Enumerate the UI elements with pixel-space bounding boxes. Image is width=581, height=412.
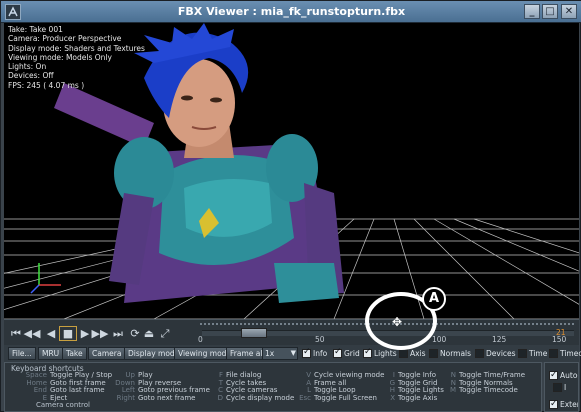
info-fps: FPS: 245 ( 4.07 ms ) [8,80,85,90]
move-cursor-icon: ✥ [392,315,403,329]
checkbox-box[interactable]: ✓ [549,371,558,380]
take-button[interactable]: Take [62,347,87,360]
checkbox-box[interactable] [518,349,527,358]
info-devices: Devices: Off [8,71,54,81]
tick-label: 50 [315,335,325,344]
info-camera: Camera: Producer Perspective [8,34,122,44]
lights-checkbox[interactable]: Lights [363,347,397,359]
stop-icon[interactable]: ■ [59,326,77,341]
keyboard-shortcuts-panel: Keyboard shortcuts Space Toggle Play / St… [4,362,542,412]
shortcut-row: X Toggle Axis [390,393,438,402]
playback-timeline: ⏮ ◀◀ ◀ ■ ▶ ▶▶ ⏭ ⟳ ⏏ ⤢ 0 50 100 125 150 2… [4,319,579,345]
shortcut-column: N Toggle Time/Frame N Toggle Normals M Togg… [448,371,525,395]
goto-first-icon[interactable]: ⏮ [8,326,24,341]
info-take: Take: Take 001 [8,25,63,34]
checkbox-label: Devices [486,349,516,358]
shortcut-column: Space Toggle Play / Stop Home Goto first f… [13,371,112,410]
main-toolbar: File... MRU Take Camera Display mode Vie… [4,345,581,362]
checkbox-label: I [564,383,567,392]
options-panel: ✓ Auto- I ✓ Exter [544,362,579,412]
checkbox-label: Grid [344,349,360,358]
chevron-down-icon: ▼ [290,349,296,357]
expand-icon[interactable]: ⤢ [158,326,172,341]
mru-button[interactable]: MRU [38,347,64,360]
axis-gizmo [30,263,61,294]
play-icon[interactable]: ▶ [78,326,92,341]
checkbox-label: Lights [374,349,397,358]
3d-viewport[interactable]: Take: Take 001 Camera: Producer Perspect… [4,23,579,319]
shortcut-row: Right Goto next frame [116,393,196,402]
speed-value: 1x [265,349,275,358]
shortcut-row: D Cycle display mode [217,393,295,402]
window-title: FBX Viewer : mia_fk_runstopturn.fbx [177,5,406,18]
speed-select[interactable]: 1x ▼ [262,347,298,360]
checkbox-label: Time [529,349,548,358]
shortcut-row: M Toggle Timecode [449,386,518,395]
play-reverse-icon[interactable]: ◀ [44,326,58,341]
viewport-info-overlay: Take: Take 001 Camera: Producer Perspect… [8,25,145,90]
info-lights: Lights: On [8,62,47,72]
checkbox-label: Info [313,349,328,358]
time-checkbox[interactable]: Time [518,348,547,359]
timeline-thumb[interactable] [241,328,267,338]
info-viewing-mode: Viewing mode: Models Only [8,52,112,62]
step-back-icon[interactable]: ◀◀ [24,326,41,341]
annotation-marker: A [422,287,446,311]
shortcut-column: V Cycle viewing mode A Frame all L Toggle L… [297,371,384,402]
shortcut-column: Up Play Down Play reverse Left Goto previou… [113,371,210,402]
file-button[interactable]: File... [8,347,36,360]
shortcut-column: F File dialog T Cycle takes C Cycle cameras… [213,371,295,402]
checkbox-label: Exter [560,400,579,409]
checkbox-box[interactable] [302,347,311,358]
checkbox-box[interactable] [475,349,484,358]
extern-checkbox[interactable]: ✓ Exter [549,400,579,409]
camera-button[interactable]: Camera [88,347,126,360]
checkbox-box[interactable] [429,349,438,358]
i-checkbox[interactable]: I [553,383,566,392]
shortcut-row: Esc Toggle Full Screen [299,393,377,402]
close-button[interactable]: ✕ [561,4,577,19]
checkbox-box[interactable]: ✓ [549,400,558,409]
timecode-checkbox[interactable]: Timeco [549,348,581,359]
minimize-button[interactable]: _ [524,4,540,19]
shortcut-row: Camera control [36,401,90,410]
tick-label: 125 [492,335,507,344]
step-forward-icon[interactable]: ▶▶ [92,326,109,341]
checkbox-label: Axis [410,349,426,358]
checkbox-label: Normals [440,349,472,358]
auto-checkbox[interactable]: ✓ Auto- [549,371,579,380]
tick-label: 0 [198,335,203,344]
info-checkbox[interactable]: Info [302,347,328,359]
goto-last-icon[interactable]: ⏭ [110,326,126,341]
normals-checkbox[interactable]: Normals [429,348,471,359]
checkbox-box[interactable] [363,347,372,358]
checkbox-box[interactable] [399,349,408,358]
checkbox-box[interactable] [333,347,342,358]
checkbox-box[interactable] [549,349,558,358]
fbx-viewer-window: FBX Viewer : mia_fk_runstopturn.fbx _ □ … [0,0,581,412]
title-bar: FBX Viewer : mia_fk_runstopturn.fbx _ □ … [1,1,581,23]
checkbox-box[interactable] [553,383,562,392]
maximize-button[interactable]: □ [542,4,558,19]
shortcut-column: I Toggle Info G Toggle Grid H Toggle Lights… [387,371,444,402]
loop-icon[interactable]: ⟳ [128,326,142,341]
info-display-mode: Display mode: Shaders and Textures [8,43,145,53]
grid-checkbox[interactable]: Grid [333,347,360,359]
checkbox-label: Timeco [560,349,581,358]
tick-label: 100 [432,335,447,344]
checkbox-label: Auto- [560,371,579,380]
current-frame-readout: 21 [556,328,566,337]
devices-checkbox[interactable]: Devices [475,348,516,359]
eject-icon[interactable]: ⏏ [142,326,156,341]
